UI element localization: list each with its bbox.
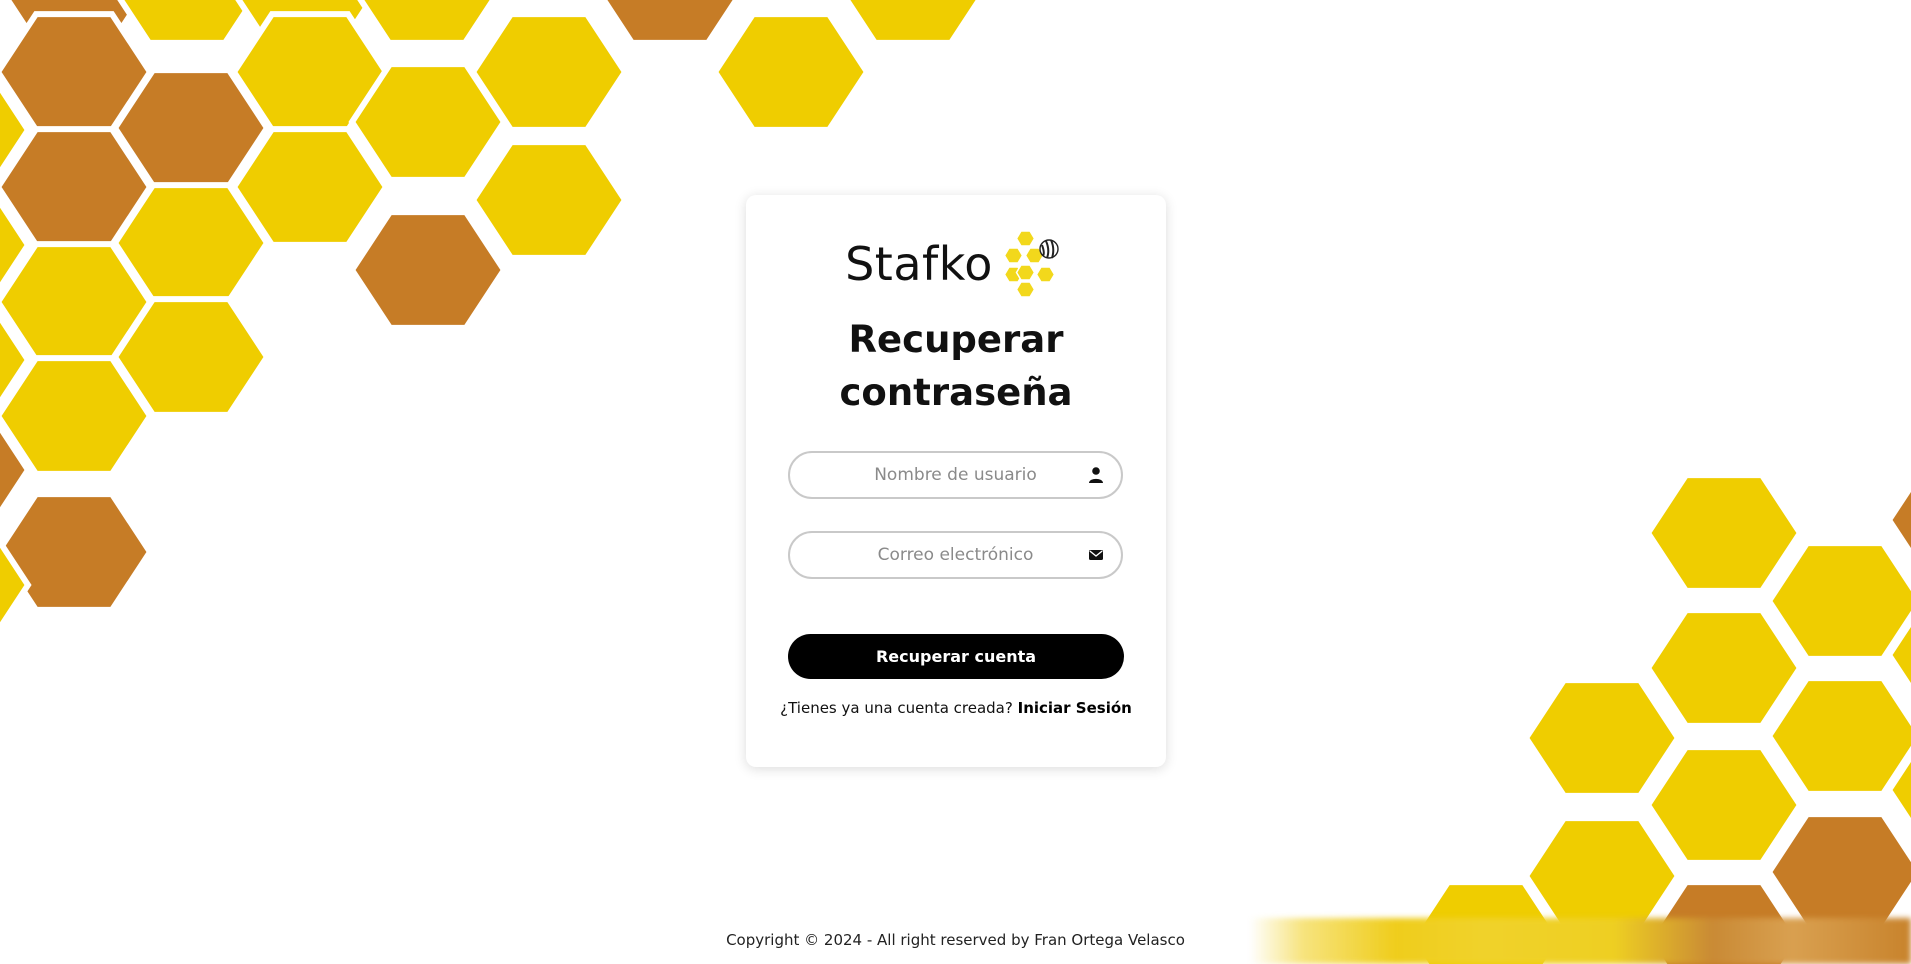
honeycomb-hex — [1522, 677, 1682, 799]
email-field[interactable] — [788, 531, 1123, 579]
page-title: Recuperar contraseña — [839, 318, 1073, 414]
honeycomb-hex — [1765, 540, 1911, 662]
honeycomb-hex — [1644, 607, 1804, 729]
brand-logo: Stafko — [746, 229, 1166, 299]
honeycomb-hex — [348, 209, 508, 331]
footer-copyright: Copyright © 2024 - All right reserved by… — [726, 931, 1185, 949]
user-icon — [1089, 467, 1103, 483]
email-input[interactable] — [790, 533, 1121, 577]
honeycomb-hex — [1644, 744, 1804, 866]
page: Stafko Recuperar contraseña Nombre de us… — [0, 0, 1911, 964]
recovery-card: Stafko Recuperar contraseña Nombre de us… — [746, 195, 1166, 767]
username-field[interactable] — [788, 451, 1123, 499]
honeycomb-hex — [469, 139, 629, 261]
brand-name: Stafko — [845, 237, 993, 291]
username-input[interactable] — [790, 453, 1121, 497]
signin-prompt: ¿Tienes ya una cuenta creada? Iniciar Se… — [746, 699, 1166, 717]
honeycomb-hex — [357, 0, 497, 46]
honeycomb-hex — [1765, 811, 1911, 933]
honeycomb-hex — [843, 0, 983, 46]
signin-question: ¿Tienes ya una cuenta creada? — [780, 699, 1013, 717]
honeycomb-hex — [1644, 472, 1804, 594]
signin-link[interactable]: Iniciar Sesión — [1018, 699, 1132, 717]
honeycomb-bee-icon — [1003, 230, 1059, 298]
honeycomb-hex — [600, 0, 740, 46]
honeycomb-hex — [711, 11, 871, 133]
honeycomb-hex — [1765, 675, 1911, 797]
envelope-icon — [1089, 550, 1103, 560]
recover-account-button[interactable]: Recuperar cuenta — [788, 634, 1124, 679]
